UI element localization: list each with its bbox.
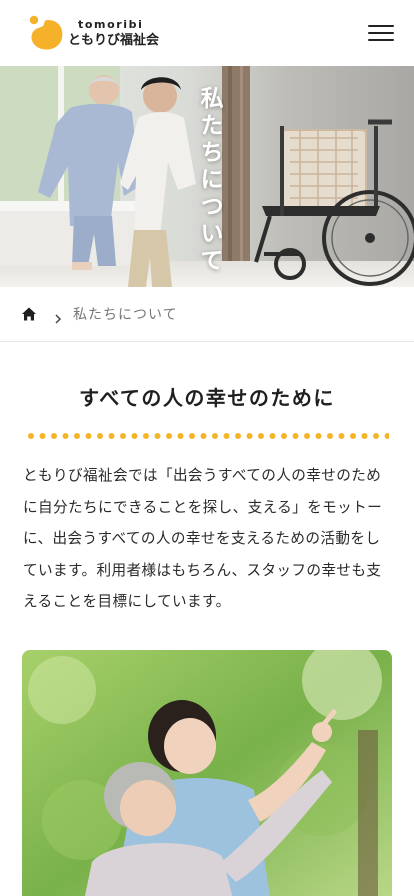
divider-dot bbox=[373, 433, 379, 439]
site-header: tomoribi ともりび福祉会 bbox=[0, 0, 414, 66]
divider-dot bbox=[350, 433, 356, 439]
divider-dot bbox=[338, 433, 345, 439]
divider-dot bbox=[212, 433, 218, 439]
divider-dot bbox=[361, 433, 368, 439]
divider-dot bbox=[327, 433, 333, 439]
divider-dot bbox=[384, 433, 389, 439]
divider-dot bbox=[74, 433, 80, 439]
divider-dot bbox=[246, 433, 253, 439]
breadcrumb-current: 私たちについて bbox=[73, 307, 178, 323]
divider-dot bbox=[304, 433, 310, 439]
caregiver-photo bbox=[22, 650, 392, 896]
logo-en: tomoribi bbox=[78, 18, 144, 31]
divider-dot bbox=[85, 433, 92, 439]
section-title: すべての人の幸せのために bbox=[79, 386, 335, 410]
dotted-divider bbox=[28, 433, 389, 439]
divider-dot bbox=[315, 433, 322, 439]
divider-dot bbox=[269, 433, 276, 439]
divider-dot bbox=[51, 433, 57, 439]
divider-dot bbox=[62, 433, 69, 439]
divider-dot bbox=[177, 433, 184, 439]
hamburger-menu-icon[interactable] bbox=[368, 22, 394, 44]
divider-dot bbox=[258, 433, 264, 439]
logo-link[interactable]: tomoribi ともりび福祉会 bbox=[28, 14, 159, 52]
breadcrumb: 私たちについて bbox=[0, 287, 414, 342]
divider-dot bbox=[200, 433, 207, 439]
divider-dot bbox=[131, 433, 138, 439]
divider-dot bbox=[281, 433, 287, 439]
divider-dot bbox=[143, 433, 149, 439]
divider-dot bbox=[292, 433, 299, 439]
hero-title: 私たちについて bbox=[196, 86, 222, 275]
logo-mark-icon bbox=[28, 14, 66, 52]
divider-dot bbox=[189, 433, 195, 439]
section-body: ともりび福祉会では「出会うすべての人の幸せのために自分たちにできることを探し、支… bbox=[23, 467, 383, 610]
divider-dot bbox=[28, 433, 34, 439]
home-icon[interactable] bbox=[21, 306, 37, 322]
divider-dot bbox=[120, 433, 126, 439]
chevron-right-icon bbox=[53, 309, 63, 324]
divider-dot bbox=[154, 433, 161, 439]
divider-dot bbox=[235, 433, 241, 439]
logo-text: tomoribi ともりび福祉会 bbox=[68, 19, 159, 47]
hero-banner: 私たちについて bbox=[0, 66, 414, 287]
divider-dot bbox=[39, 433, 46, 439]
divider-dot bbox=[166, 433, 172, 439]
divider-dot bbox=[223, 433, 230, 439]
divider-dot bbox=[97, 433, 103, 439]
divider-dot bbox=[108, 433, 115, 439]
logo-ja: ともりび福祉会 bbox=[68, 33, 160, 48]
